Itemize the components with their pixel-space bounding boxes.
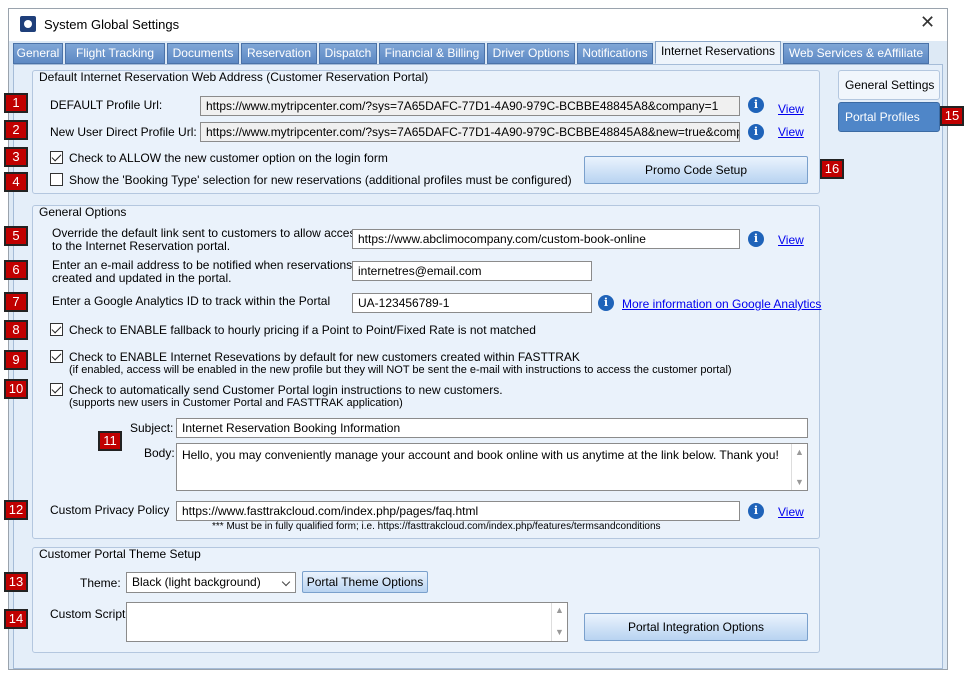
email-body-text: Hello, you may conveniently manage your … [182, 448, 779, 462]
group-title: General Options [39, 205, 127, 219]
callout-badge-6: 6 [4, 260, 28, 280]
callout-badge-10: 10 [4, 379, 28, 399]
tab-financial-billing[interactable]: Financial & Billing [379, 43, 485, 64]
theme-select[interactable]: Black (light background) [126, 572, 296, 593]
tab-general[interactable]: General [13, 43, 63, 64]
auto-send-instructions-checkbox[interactable] [50, 383, 63, 396]
info-icon[interactable]: i [748, 97, 764, 113]
callout-badge-11: 11 [98, 431, 122, 451]
hourly-fallback-label: Check to ENABLE fallback to hourly prici… [69, 323, 536, 337]
auto-send-instructions-note: (supports new users in Customer Portal a… [69, 397, 403, 409]
email-body-textarea[interactable]: Hello, you may conveniently manage your … [176, 443, 808, 491]
privacy-policy-note: *** Must be in fully qualified form; i.e… [212, 521, 661, 532]
close-icon[interactable]: ✕ [920, 12, 935, 33]
chevron-down-icon [281, 577, 291, 587]
side-tab-general-settings[interactable]: General Settings [838, 70, 940, 100]
hourly-fallback-checkbox[interactable] [50, 323, 63, 336]
tab-web-services[interactable]: Web Services & eAffiliate [783, 43, 929, 64]
window-title: System Global Settings [44, 17, 180, 32]
portal-theme-options-button[interactable]: Portal Theme Options [302, 571, 428, 593]
callout-badge-2: 2 [4, 120, 28, 140]
view-privacy-link[interactable]: View [778, 505, 804, 519]
promo-code-setup-button[interactable]: Promo Code Setup [584, 156, 808, 184]
group-title: Customer Portal Theme Setup [39, 547, 201, 561]
default-profile-url-field[interactable]: https://www.mytripcenter.com/?sys=7A65DA… [200, 96, 740, 116]
view-new-user-profile-link[interactable]: View [778, 125, 804, 139]
allow-new-customer-checkbox[interactable] [50, 151, 63, 164]
callout-badge-16: 16 [820, 159, 844, 179]
notify-email-label-line-2: created and updated in the portal. [52, 271, 232, 285]
info-icon[interactable]: i [748, 124, 764, 140]
callout-badge-8: 8 [4, 320, 28, 340]
new-user-profile-url-field[interactable]: https://www.mytripcenter.com/?sys=7A65DA… [200, 122, 740, 142]
google-analytics-input[interactable]: UA-123456789-1 [352, 293, 592, 313]
scroll-down-icon[interactable]: ▼ [795, 477, 804, 487]
tab-driver-options[interactable]: Driver Options [487, 43, 575, 64]
custom-script-textarea[interactable] [126, 602, 568, 642]
callout-badge-13: 13 [4, 572, 28, 592]
portal-integration-options-button[interactable]: Portal Integration Options [584, 613, 808, 641]
show-booking-type-label: Show the 'Booking Type' selection for ne… [69, 173, 572, 187]
override-link-label-line-1: Override the default link sent to custom… [52, 226, 362, 240]
custom-script-label: Custom Script: [50, 607, 129, 621]
google-analytics-info-link[interactable]: More information on Google Analytics [622, 297, 821, 311]
info-icon[interactable]: i [748, 231, 764, 247]
view-default-profile-link[interactable]: View [778, 102, 804, 116]
view-override-link[interactable]: View [778, 233, 804, 247]
callout-badge-15: 15 [940, 106, 964, 126]
show-booking-type-checkbox[interactable] [50, 173, 63, 186]
tab-dispatch[interactable]: Dispatch [319, 43, 377, 64]
allow-new-customer-label: Check to ALLOW the new customer option o… [69, 151, 388, 165]
subject-label: Subject: [130, 421, 174, 435]
callout-badge-5: 5 [4, 226, 28, 246]
privacy-policy-label: Custom Privacy Policy [50, 503, 170, 517]
enable-by-default-label: Check to ENABLE Internet Resevations by … [69, 350, 580, 364]
new-user-profile-label: New User Direct Profile Url: [50, 125, 197, 139]
info-icon[interactable]: i [598, 295, 614, 311]
theme-label: Theme: [80, 576, 121, 590]
privacy-policy-input[interactable]: https://www.fasttrakcloud.com/index.php/… [176, 501, 740, 521]
body-label: Body: [144, 446, 175, 460]
email-subject-input[interactable]: Internet Reservation Booking Information [176, 418, 808, 438]
default-profile-label: DEFAULT Profile Url: [50, 98, 163, 112]
group-title: Default Internet Reservation Web Address… [39, 70, 429, 84]
enable-by-default-note: (if enabled, access will be enabled in t… [69, 364, 732, 376]
app-icon [20, 16, 36, 32]
scroll-up-icon[interactable]: ▲ [795, 447, 804, 457]
override-link-input[interactable]: https://www.abclimocompany.com/custom-bo… [352, 229, 740, 249]
auto-send-instructions-label: Check to automatically send Customer Por… [69, 383, 503, 397]
theme-selected-value: Black (light background) [132, 575, 261, 589]
notify-email-input[interactable]: internetres@email.com [352, 261, 592, 281]
callout-badge-14: 14 [4, 609, 28, 629]
override-link-label-line-2: to the Internet Reservation portal. [52, 239, 231, 253]
tab-internet-reservations[interactable]: Internet Reservations [655, 41, 781, 64]
callout-badge-3: 3 [4, 147, 28, 167]
notify-email-label-line-1: Enter an e-mail address to be notified w… [52, 258, 373, 272]
tab-strip: General Flight Tracking Documents Reserv… [9, 41, 947, 65]
tab-notifications[interactable]: Notifications [577, 43, 653, 64]
info-icon[interactable]: i [748, 503, 764, 519]
callout-badge-9: 9 [4, 350, 28, 370]
enable-by-default-checkbox[interactable] [50, 350, 63, 363]
callout-badge-1: 1 [4, 93, 28, 113]
scroll-down-icon[interactable]: ▼ [555, 627, 564, 637]
scroll-up-icon[interactable]: ▲ [555, 605, 564, 615]
tab-reservation[interactable]: Reservation [241, 43, 317, 64]
tab-flight-tracking[interactable]: Flight Tracking [65, 43, 165, 64]
tab-documents[interactable]: Documents [167, 43, 239, 64]
callout-badge-12: 12 [4, 500, 28, 520]
side-tab-portal-profiles[interactable]: Portal Profiles [838, 102, 940, 132]
callout-badge-4: 4 [4, 172, 28, 192]
callout-badge-7: 7 [4, 292, 28, 312]
google-analytics-label: Enter a Google Analytics ID to track wit… [52, 294, 331, 308]
